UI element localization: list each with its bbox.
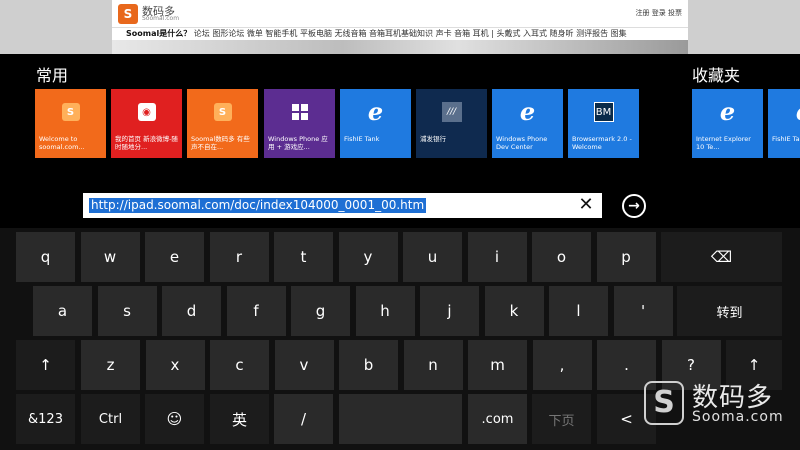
tile-1[interactable]: ◉ 我的首页 新浪微博-随时随地分... — [111, 89, 182, 158]
key-t[interactable]: t — [274, 232, 333, 282]
key-z[interactable]: z — [81, 340, 140, 390]
key-k[interactable]: k — [484, 286, 544, 336]
tile-8[interactable]: e Internet Explorer 10 Te... — [692, 89, 763, 158]
section-title-common: 常用 — [36, 66, 69, 85]
tile-0[interactable]: S Welcome to soomal.com... — [35, 89, 106, 158]
space-key[interactable] — [339, 394, 462, 444]
tile-2[interactable]: S Soomal数码多 有些声不自在... — [187, 89, 258, 158]
key-e[interactable]: e — [145, 232, 204, 282]
soomal-icon: S — [212, 101, 234, 123]
tile-label: FishIE Tank — [344, 135, 380, 143]
language-key[interactable]: 英 — [210, 394, 269, 444]
tile-3[interactable]: Windows Phone 应用 + 游戏应... — [264, 89, 335, 158]
key-l[interactable]: l — [549, 286, 608, 336]
go-button[interactable]: → — [622, 194, 646, 218]
key-b[interactable]: b — [339, 340, 398, 390]
key-slash[interactable]: / — [274, 394, 333, 444]
key-w[interactable]: w — [80, 232, 140, 282]
address-input[interactable]: http://ipad.soomal.com/doc/index104000_0… — [89, 198, 427, 213]
arrow-right-icon: → — [628, 198, 640, 214]
numbers-key[interactable]: &123 — [16, 394, 75, 444]
background-nav: Soomal是什么？ 论坛 图形论坛 微单 智能手机 平板电脑 无线音箱 音箱耳… — [112, 27, 688, 39]
tile-label: Welcome to soomal.com... — [39, 135, 85, 151]
key-comma[interactable]: , — [532, 340, 592, 390]
tile-label: FishIE Tank — [772, 135, 800, 143]
tile-6[interactable]: e Windows Phone Dev Center — [492, 89, 563, 158]
tile-label: 浦发银行 — [420, 135, 446, 143]
arrow-left-icon[interactable]: < — [597, 394, 656, 444]
key-y[interactable]: y — [338, 232, 398, 282]
ie-icon: e — [719, 97, 736, 126]
key-i[interactable]: i — [467, 232, 527, 282]
browsermark-icon: BM — [593, 101, 615, 123]
key-question[interactable]: ? — [661, 340, 721, 390]
key-r[interactable]: r — [209, 232, 269, 282]
key-c[interactable]: c — [210, 340, 269, 390]
key-u[interactable]: u — [403, 232, 462, 282]
windows-icon — [289, 101, 311, 123]
key-q[interactable]: q — [16, 232, 75, 282]
tile-label: Windows Phone 应用 + 游戏应... — [268, 135, 328, 151]
key-f[interactable]: f — [226, 286, 286, 336]
key-h[interactable]: h — [355, 286, 415, 336]
soomal-logo-icon: S — [118, 4, 138, 24]
soomal-icon: S — [60, 101, 82, 123]
address-bar[interactable]: http://ipad.soomal.com/doc/index104000_0… — [83, 193, 602, 218]
background-webpage-content: S 数码多 Soomal.com 注册 登录 投票 Soomal是什么？ 论坛 … — [112, 0, 688, 54]
emoji-icon[interactable]: ☺ — [145, 394, 204, 444]
enter-key[interactable]: 转到 — [677, 286, 782, 336]
background-webpage: S 数码多 Soomal.com 注册 登录 投票 Soomal是什么？ 论坛 … — [0, 0, 800, 54]
tile-9[interactable]: e FishIE Tank — [768, 89, 800, 158]
ie-icon: e — [367, 97, 384, 126]
tile-4[interactable]: e FishIE Tank — [340, 89, 411, 158]
dotcom-key[interactable]: .com — [468, 394, 527, 444]
tile-label: Browsermark 2.0 - Welcome — [572, 135, 632, 151]
background-nav-lead: Soomal是什么？ — [126, 29, 192, 38]
background-nav-items: 论坛 图形论坛 微单 智能手机 平板电脑 无线音箱 音箱耳机基础知识 声卡 音箱… — [193, 29, 627, 38]
tile-label: Windows Phone Dev Center — [496, 135, 548, 151]
key-j[interactable]: j — [420, 286, 479, 336]
key-apostrophe[interactable]: ' — [613, 286, 673, 336]
background-top-links: 注册 登录 投票 — [635, 9, 682, 17]
tile-label: Internet Explorer 10 Te... — [696, 135, 751, 151]
key-o[interactable]: o — [532, 232, 591, 282]
backspace-icon[interactable]: ⌫ — [661, 232, 782, 282]
key-x[interactable]: x — [145, 340, 205, 390]
key-n[interactable]: n — [403, 340, 463, 390]
clear-icon[interactable]: ✕ — [576, 195, 596, 215]
ie-icon: e — [519, 97, 536, 126]
tile-label: 我的首页 新浪微博-随时随地分... — [115, 135, 178, 151]
weibo-icon: ◉ — [136, 101, 158, 123]
key-d[interactable]: d — [162, 286, 221, 336]
shift-left-icon[interactable]: ↑ — [16, 340, 75, 390]
ctrl-key[interactable]: Ctrl — [81, 394, 140, 444]
section-title-favorites: 收藏夹 — [692, 66, 741, 85]
key-g[interactable]: g — [291, 286, 350, 336]
ie-icon: e — [793, 100, 800, 124]
key-a[interactable]: a — [33, 286, 92, 336]
background-image-strip — [112, 40, 688, 54]
tile-7[interactable]: BM Browsermark 2.0 - Welcome — [568, 89, 639, 158]
tile-label: Soomal数码多 有些声不自在... — [191, 135, 250, 151]
key-s[interactable]: s — [97, 286, 157, 336]
key-v[interactable]: v — [274, 340, 334, 390]
bank-icon: /// — [441, 101, 463, 123]
next-page-key[interactable]: 下页 — [532, 394, 591, 444]
key-p[interactable]: p — [596, 232, 656, 282]
background-brand-sub: Soomal.com — [142, 15, 180, 22]
key-m[interactable]: m — [468, 340, 527, 390]
shift-right-icon[interactable]: ↑ — [726, 340, 782, 390]
tile-5[interactable]: /// 浦发银行 — [416, 89, 487, 158]
key-period[interactable]: . — [597, 340, 656, 390]
